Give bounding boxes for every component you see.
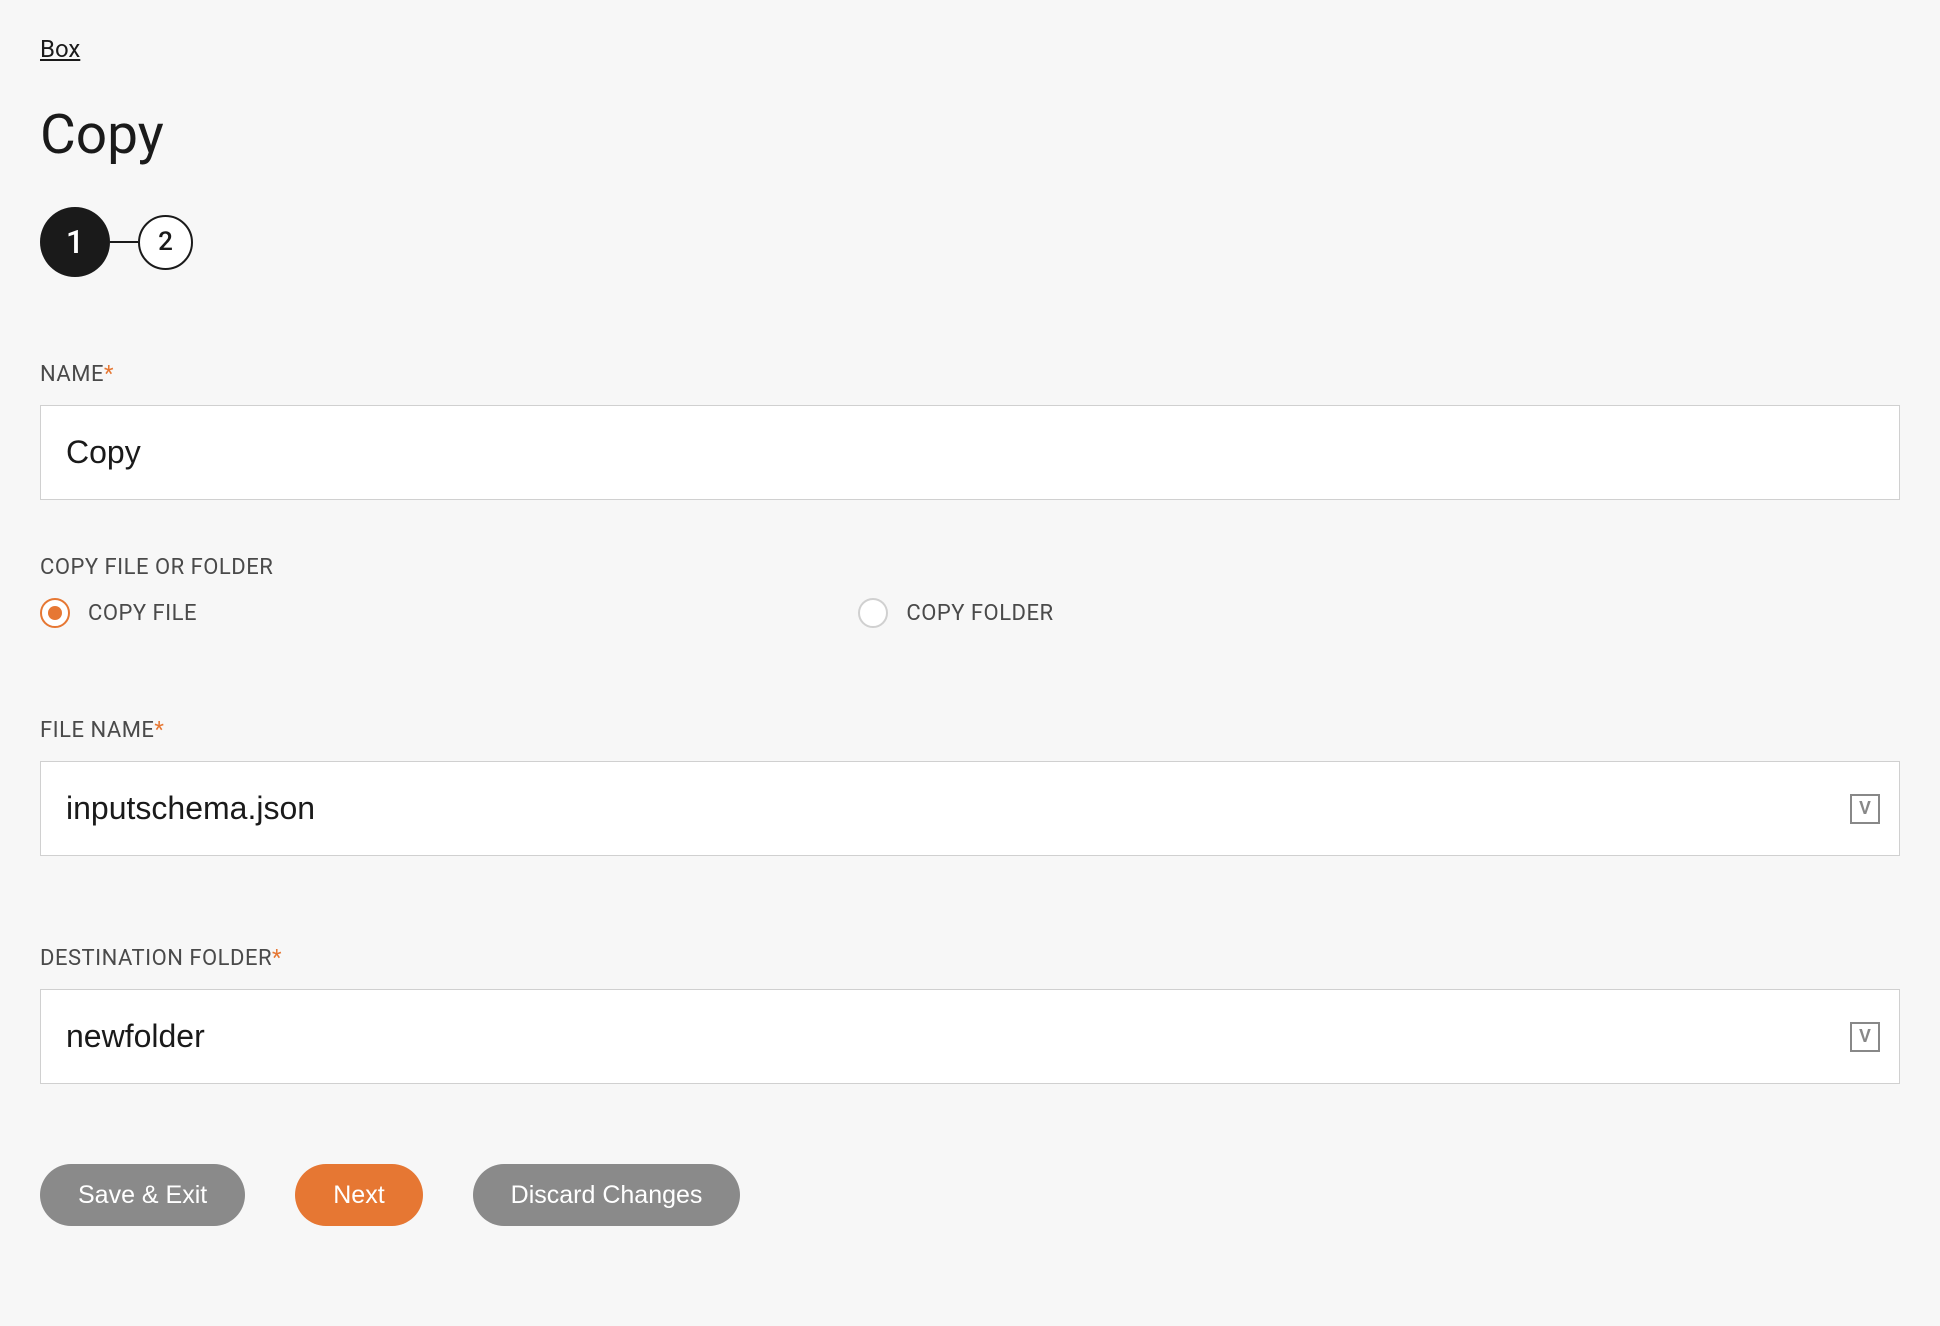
breadcrumb-link-box[interactable]: Box [40,35,80,63]
name-label: NAME* [40,362,1900,387]
form-group-destination-folder: DESTINATION FOLDER* V [40,946,1900,1084]
radio-group-copy-type: COPY FILE COPY FOLDER [40,598,1900,628]
step-2[interactable]: 2 [138,215,193,270]
copy-type-label: COPY FILE OR FOLDER [40,555,1900,580]
name-label-text: NAME [40,362,104,387]
radio-option-copy-file[interactable]: COPY FILE [40,598,858,628]
next-button[interactable]: Next [295,1164,422,1226]
form-group-copy-type: COPY FILE OR FOLDER COPY FILE COPY FOLDE… [40,555,1900,628]
destination-folder-input[interactable] [40,989,1900,1084]
required-mark: * [104,362,114,387]
step-1[interactable]: 1 [40,207,110,277]
radio-dot-icon [48,606,62,620]
form-group-file-name: FILE NAME* V [40,718,1900,856]
radio-label-copy-file: COPY FILE [88,601,197,626]
variable-picker-icon[interactable]: V [1850,1022,1880,1052]
required-mark: * [272,946,282,971]
radio-label-copy-folder: COPY FOLDER [906,601,1053,626]
destination-folder-label: DESTINATION FOLDER* [40,946,1900,971]
step-connector [110,241,138,243]
file-name-input-wrapper: V [40,761,1900,856]
name-input[interactable] [40,405,1900,500]
radio-circle-icon [40,598,70,628]
page-title: Copy [40,103,1900,167]
file-name-label-text: FILE NAME [40,718,154,743]
file-name-label: FILE NAME* [40,718,1900,743]
form-group-name: NAME* [40,362,1900,500]
stepper: 1 2 [40,207,1900,277]
radio-circle-icon [858,598,888,628]
variable-picker-icon[interactable]: V [1850,794,1880,824]
discard-changes-button[interactable]: Discard Changes [473,1164,741,1226]
button-row: Save & Exit Next Discard Changes [40,1164,1900,1226]
radio-option-copy-folder[interactable]: COPY FOLDER [858,598,1676,628]
destination-folder-input-wrapper: V [40,989,1900,1084]
required-mark: * [154,718,164,743]
file-name-input[interactable] [40,761,1900,856]
destination-folder-label-text: DESTINATION FOLDER [40,946,272,971]
save-exit-button[interactable]: Save & Exit [40,1164,245,1226]
